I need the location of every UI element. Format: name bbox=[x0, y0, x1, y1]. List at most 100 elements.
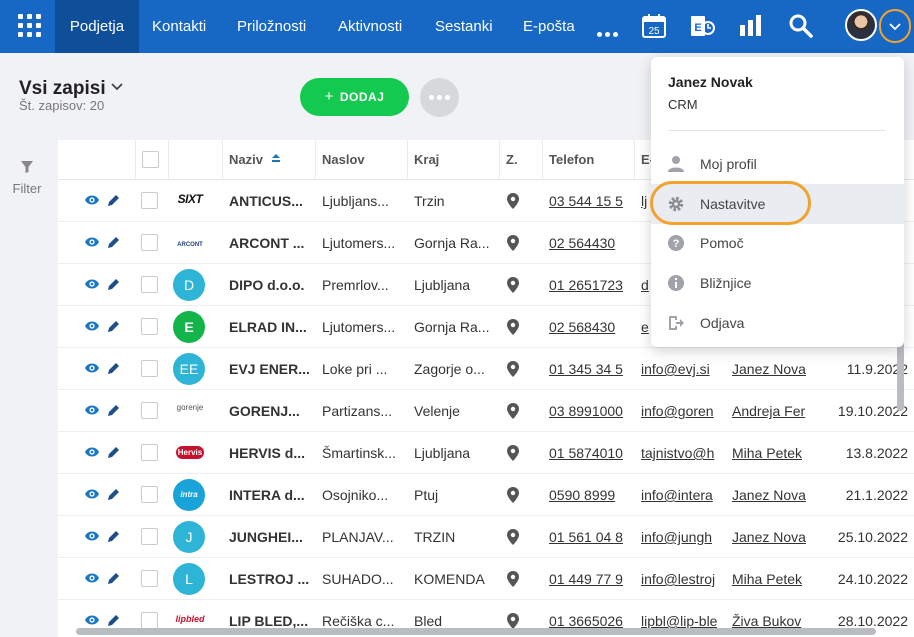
edit-pencil-icon[interactable] bbox=[107, 614, 120, 627]
nav-item-sestanki[interactable]: Sestanki bbox=[435, 0, 493, 53]
edit-pencil-icon[interactable] bbox=[107, 278, 120, 291]
edit-pencil-icon[interactable] bbox=[107, 446, 120, 459]
company-phone[interactable]: 01 449 77 9 bbox=[549, 558, 627, 600]
apps-grid-icon[interactable] bbox=[18, 14, 42, 38]
map-pin-icon[interactable] bbox=[507, 613, 519, 629]
chevron-down-icon[interactable] bbox=[110, 80, 124, 94]
exchange-icon[interactable]: E bbox=[688, 12, 716, 40]
company-owner[interactable]: Andreja Fer bbox=[732, 390, 810, 432]
user-menu-toggle[interactable] bbox=[879, 9, 911, 43]
header-kraj[interactable]: Kraj bbox=[407, 140, 499, 180]
row-checkbox[interactable] bbox=[141, 318, 158, 335]
edit-pencil-icon[interactable] bbox=[107, 362, 120, 375]
company-phone[interactable]: 02 564430 bbox=[549, 222, 627, 264]
company-phone[interactable]: 01 561 04 8 bbox=[549, 516, 627, 558]
company-phone[interactable]: 02 568430 bbox=[549, 306, 627, 348]
more-actions-button[interactable] bbox=[420, 78, 459, 117]
nav-item-podjetja[interactable]: Podjetja bbox=[55, 0, 139, 53]
nav-item-kontakti[interactable]: Kontakti bbox=[152, 0, 206, 53]
filter-sidebar[interactable]: Filter bbox=[0, 140, 58, 637]
company-phone[interactable]: 0590 8999 bbox=[549, 474, 627, 516]
row-checkbox[interactable] bbox=[141, 192, 158, 209]
map-pin-icon[interactable] bbox=[507, 319, 519, 335]
map-pin-icon[interactable] bbox=[507, 487, 519, 503]
edit-pencil-icon[interactable] bbox=[107, 488, 120, 501]
company-owner[interactable]: Janez Nova bbox=[732, 516, 810, 558]
more-dots-icon[interactable] bbox=[597, 24, 621, 40]
edit-pencil-icon[interactable] bbox=[107, 404, 120, 417]
edit-pencil-icon[interactable] bbox=[107, 572, 120, 585]
row-checkbox[interactable] bbox=[141, 486, 158, 503]
company-phone[interactable]: 03 8991000 bbox=[549, 390, 627, 432]
company-phone[interactable]: 01 5874010 bbox=[549, 432, 627, 474]
menu-item-logout[interactable]: Odjava bbox=[651, 303, 904, 343]
header-naziv[interactable]: Naziv bbox=[222, 140, 315, 180]
map-pin-icon[interactable] bbox=[507, 361, 519, 377]
view-eye-icon[interactable] bbox=[84, 446, 100, 458]
add-button[interactable]: + DODAJ bbox=[300, 78, 409, 116]
table-row[interactable]: gorenje GORENJ... Partizans... Velenje 0… bbox=[58, 390, 914, 432]
nav-item-aktivnosti[interactable]: Aktivnosti bbox=[338, 0, 402, 53]
header-zemljevid[interactable]: Z. bbox=[499, 140, 542, 180]
view-eye-icon[interactable] bbox=[84, 236, 100, 248]
table-row[interactable]: intra INTERA d... Osojniko... Ptuj 0590 … bbox=[58, 474, 914, 516]
search-icon[interactable] bbox=[787, 12, 815, 40]
company-owner[interactable]: Janez Nova bbox=[732, 348, 810, 390]
header-naslov[interactable]: Naslov bbox=[315, 140, 407, 180]
row-checkbox[interactable] bbox=[141, 276, 158, 293]
map-pin-icon[interactable] bbox=[507, 403, 519, 419]
company-name[interactable]: HERVIS d... bbox=[229, 432, 309, 474]
map-pin-icon[interactable] bbox=[507, 277, 519, 293]
view-eye-icon[interactable] bbox=[84, 320, 100, 332]
nav-item-priloznosti[interactable]: Priložnosti bbox=[237, 0, 306, 53]
nav-item-eposta[interactable]: E-pošta bbox=[523, 0, 575, 53]
view-eye-icon[interactable] bbox=[84, 488, 100, 500]
map-pin-icon[interactable] bbox=[507, 571, 519, 587]
view-eye-icon[interactable] bbox=[84, 572, 100, 584]
company-email[interactable]: tajnistvo@h bbox=[641, 432, 717, 474]
view-eye-icon[interactable] bbox=[84, 404, 100, 416]
header-telefon[interactable]: Telefon bbox=[542, 140, 634, 180]
view-eye-icon[interactable] bbox=[84, 278, 100, 290]
company-email[interactable]: info@intera bbox=[641, 474, 717, 516]
calendar-icon[interactable]: 25 bbox=[640, 12, 668, 40]
user-avatar[interactable] bbox=[845, 9, 877, 41]
company-name[interactable]: INTERA d... bbox=[229, 474, 309, 516]
edit-pencil-icon[interactable] bbox=[107, 236, 120, 249]
row-checkbox[interactable] bbox=[141, 360, 158, 377]
table-row[interactable]: EE EVJ ENER... Loke pri ... Zagorje o...… bbox=[58, 348, 914, 390]
row-checkbox[interactable] bbox=[141, 528, 158, 545]
edit-pencil-icon[interactable] bbox=[107, 530, 120, 543]
view-eye-icon[interactable] bbox=[84, 362, 100, 374]
company-owner[interactable]: Miha Petek bbox=[732, 558, 810, 600]
company-owner[interactable]: Janez Nova bbox=[732, 474, 810, 516]
menu-item-shortcuts[interactable]: Bližnjice bbox=[651, 263, 904, 303]
table-row[interactable]: Hervis HERVIS d... Šmartinsk... Ljubljan… bbox=[58, 432, 914, 474]
company-email[interactable]: info@goren bbox=[641, 390, 717, 432]
map-pin-icon[interactable] bbox=[507, 529, 519, 545]
company-email[interactable]: info@lestroj bbox=[641, 558, 717, 600]
company-name[interactable]: DIPO d.o.o. bbox=[229, 264, 309, 306]
row-checkbox[interactable] bbox=[141, 402, 158, 419]
company-name[interactable]: GORENJ... bbox=[229, 390, 309, 432]
company-name[interactable]: EVJ ENER... bbox=[229, 348, 309, 390]
select-all-checkbox[interactable] bbox=[142, 151, 159, 168]
row-checkbox[interactable] bbox=[141, 444, 158, 461]
map-pin-icon[interactable] bbox=[507, 445, 519, 461]
menu-item-profile[interactable]: Moj profil bbox=[651, 144, 904, 184]
company-name[interactable]: LESTROJ ... bbox=[229, 558, 309, 600]
edit-pencil-icon[interactable] bbox=[107, 320, 120, 333]
view-title[interactable]: Vsi zapisi bbox=[19, 78, 106, 100]
edit-pencil-icon[interactable] bbox=[107, 194, 120, 207]
map-pin-icon[interactable] bbox=[507, 193, 519, 209]
company-email[interactable]: info@evj.si bbox=[641, 348, 717, 390]
company-name[interactable]: JUNGHEI... bbox=[229, 516, 309, 558]
horizontal-scrollbar[interactable] bbox=[76, 628, 876, 635]
company-name[interactable]: ELRAD IN... bbox=[229, 306, 309, 348]
view-eye-icon[interactable] bbox=[84, 530, 100, 542]
view-eye-icon[interactable] bbox=[84, 194, 100, 206]
company-phone[interactable]: 03 544 15 5 bbox=[549, 180, 627, 222]
table-row[interactable]: J JUNGHEI... PLANJAV... TRZIN 01 561 04 … bbox=[58, 516, 914, 558]
company-owner[interactable]: Miha Petek bbox=[732, 432, 810, 474]
company-phone[interactable]: 01 2651723 bbox=[549, 264, 627, 306]
